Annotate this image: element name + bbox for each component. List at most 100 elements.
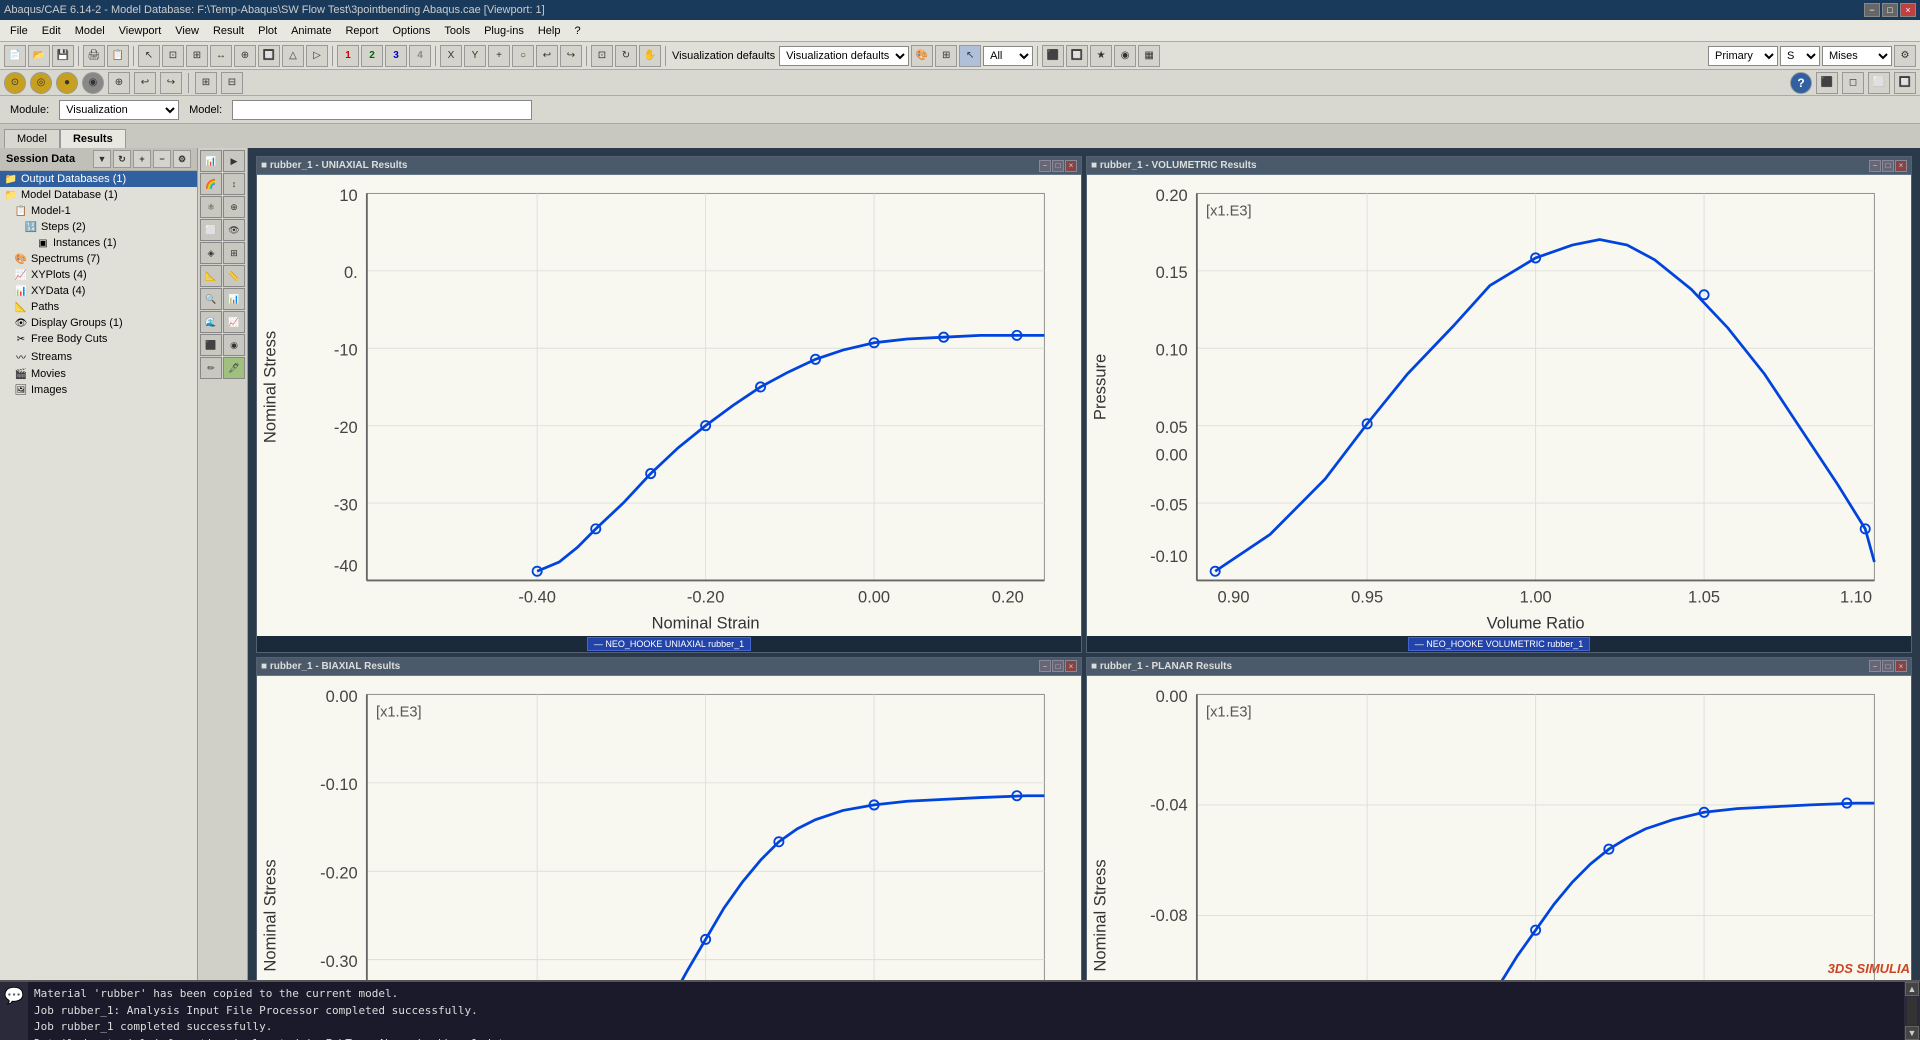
tool5[interactable]: ⊕ bbox=[234, 45, 256, 67]
module-select[interactable]: Visualization bbox=[59, 100, 179, 120]
ltb-r7a-btn[interactable]: 🔍 bbox=[200, 288, 222, 310]
tree-spectrums[interactable]: 🎨 Spectrums (7) bbox=[0, 251, 197, 267]
menu-plot[interactable]: Plot bbox=[252, 23, 283, 39]
menu-animate[interactable]: Animate bbox=[285, 23, 337, 39]
ltb-hide-btn[interactable]: 👁 bbox=[223, 219, 245, 241]
tab-model[interactable]: Model bbox=[4, 129, 60, 148]
ortho-btn[interactable]: ◎ bbox=[30, 72, 52, 94]
scroll-up-button[interactable]: ▲ bbox=[1905, 982, 1919, 996]
ltb-mat-btn[interactable]: ⚛ bbox=[200, 196, 222, 218]
tree-model1[interactable]: 📋 Model-1 bbox=[0, 203, 197, 219]
num3-btn[interactable]: 3 bbox=[385, 45, 407, 67]
model3d-btn3[interactable]: ⬜ bbox=[1868, 72, 1890, 94]
orient-btn[interactable]: ⊕ bbox=[108, 72, 130, 94]
tree-xyplots[interactable]: 📈 XYPlots (4) bbox=[0, 267, 197, 283]
scroll-track[interactable] bbox=[1907, 997, 1917, 1025]
status-icon[interactable]: 💬 bbox=[0, 982, 28, 1040]
chart-volumetric-close[interactable]: × bbox=[1895, 160, 1907, 172]
menu-plugins[interactable]: Plug-ins bbox=[478, 23, 530, 39]
print-button[interactable]: 🖨 bbox=[83, 45, 105, 67]
new-button[interactable]: 📄 bbox=[4, 45, 26, 67]
undo2-btn[interactable]: ↩ bbox=[134, 72, 156, 94]
menu-tools[interactable]: Tools bbox=[438, 23, 476, 39]
copy-button[interactable]: 📋 bbox=[107, 45, 129, 67]
chart-biaxial-min[interactable]: − bbox=[1039, 660, 1051, 672]
menu-edit[interactable]: Edit bbox=[36, 23, 67, 39]
light-btn[interactable]: ◉ bbox=[82, 72, 104, 94]
field-btn[interactable]: 🔲 bbox=[1066, 45, 1088, 67]
num4-btn[interactable]: 4 bbox=[409, 45, 431, 67]
menu-file[interactable]: File bbox=[4, 23, 34, 39]
chart-biaxial-close[interactable]: × bbox=[1065, 660, 1077, 672]
tool8[interactable]: ▷ bbox=[306, 45, 328, 67]
model-input[interactable] bbox=[232, 100, 532, 120]
tree-free-body-cuts[interactable]: ✂ Free Body Cuts bbox=[0, 331, 197, 347]
undo-btn[interactable]: ↩ bbox=[536, 45, 558, 67]
model3d-btn2[interactable]: ◻ bbox=[1842, 72, 1864, 94]
color-btn[interactable]: 🎨 bbox=[911, 45, 933, 67]
tree-images[interactable]: 🖼 Images bbox=[0, 382, 197, 398]
save-button[interactable]: 💾 bbox=[52, 45, 74, 67]
help-btn[interactable]: ? bbox=[1790, 72, 1812, 94]
ltb-r9a-btn[interactable]: ⬛ bbox=[200, 334, 222, 356]
session-expand[interactable]: + bbox=[133, 150, 151, 168]
ltb-r5b-btn[interactable]: ⊞ bbox=[223, 242, 245, 264]
open-button[interactable]: 📂 bbox=[28, 45, 50, 67]
num2-btn[interactable]: 2 bbox=[361, 45, 383, 67]
tree-display-groups[interactable]: 👁 Display Groups (1) bbox=[0, 315, 197, 331]
mat-btn[interactable]: ◉ bbox=[1114, 45, 1136, 67]
s-select[interactable]: S bbox=[1780, 46, 1820, 66]
menu-options[interactable]: Options bbox=[386, 23, 436, 39]
ltb-r8a-btn[interactable]: 🌊 bbox=[200, 311, 222, 333]
axis1[interactable]: X bbox=[440, 45, 462, 67]
persp-btn[interactable]: ⊙ bbox=[4, 72, 26, 94]
menu-view[interactable]: View bbox=[169, 23, 205, 39]
expand-btn[interactable]: ⬛ bbox=[1042, 45, 1064, 67]
menu-help2[interactable]: ? bbox=[568, 23, 586, 39]
ltb-result-btn[interactable]: 📊 bbox=[200, 150, 222, 172]
axis2[interactable]: Y bbox=[464, 45, 486, 67]
minimize-button[interactable]: − bbox=[1864, 3, 1880, 17]
chart-planar-max[interactable]: □ bbox=[1882, 660, 1894, 672]
ltb-r8b-btn[interactable]: 📈 bbox=[223, 311, 245, 333]
menu-help[interactable]: Help bbox=[532, 23, 567, 39]
redo2-btn[interactable]: ↪ bbox=[160, 72, 182, 94]
tree-instances[interactable]: ▣ Instances (1) bbox=[0, 235, 197, 251]
zoom2[interactable]: ○ bbox=[512, 45, 534, 67]
ltb-r7b-btn[interactable]: 📊 bbox=[223, 288, 245, 310]
tree-model-database[interactable]: 📁 Model Database (1) bbox=[0, 187, 197, 203]
maximize-button[interactable]: □ bbox=[1882, 3, 1898, 17]
menu-model[interactable]: Model bbox=[69, 23, 111, 39]
tree-streams[interactable]: 〰 Streams bbox=[0, 347, 197, 366]
redo-btn[interactable]: ↪ bbox=[560, 45, 582, 67]
ltb-r6a-btn[interactable]: 📐 bbox=[200, 265, 222, 287]
ltb-wire-btn[interactable]: ⬜ bbox=[200, 219, 222, 241]
ltb-anim-btn[interactable]: ▶ bbox=[223, 150, 245, 172]
fit-btn[interactable]: ⊡ bbox=[591, 45, 613, 67]
num1-btn[interactable]: 1 bbox=[337, 45, 359, 67]
ltb-disp-btn[interactable]: ⊕ bbox=[223, 196, 245, 218]
chart-planar-close[interactable]: × bbox=[1895, 660, 1907, 672]
close-button[interactable]: × bbox=[1900, 3, 1916, 17]
menu-viewport[interactable]: Viewport bbox=[113, 23, 168, 39]
menu-result[interactable]: Result bbox=[207, 23, 250, 39]
pan-btn[interactable]: ✋ bbox=[639, 45, 661, 67]
chart-uniaxial-min[interactable]: − bbox=[1039, 160, 1051, 172]
zoom1[interactable]: + bbox=[488, 45, 510, 67]
menu-report[interactable]: Report bbox=[339, 23, 384, 39]
tree-xydata[interactable]: 📊 XYData (4) bbox=[0, 283, 197, 299]
session-refresh[interactable]: ↻ bbox=[113, 150, 131, 168]
tree-movies[interactable]: 🎬 Movies bbox=[0, 366, 197, 382]
chart-uniaxial-close[interactable]: × bbox=[1065, 160, 1077, 172]
ltb-r10a-btn[interactable]: ✏ bbox=[200, 357, 222, 379]
session-collapse[interactable]: − bbox=[153, 150, 171, 168]
hist-btn[interactable]: ▦ bbox=[1138, 45, 1160, 67]
tool2[interactable]: ⊡ bbox=[162, 45, 184, 67]
ltb-r5a-btn[interactable]: ◈ bbox=[200, 242, 222, 264]
tab-results[interactable]: Results bbox=[60, 129, 126, 148]
tool7[interactable]: △ bbox=[282, 45, 304, 67]
grid-btn2[interactable]: ⊟ bbox=[221, 72, 243, 94]
symbol-btn[interactable]: ★ bbox=[1090, 45, 1112, 67]
ltb-r9b-btn[interactable]: ◉ bbox=[223, 334, 245, 356]
tool3[interactable]: ⊞ bbox=[186, 45, 208, 67]
